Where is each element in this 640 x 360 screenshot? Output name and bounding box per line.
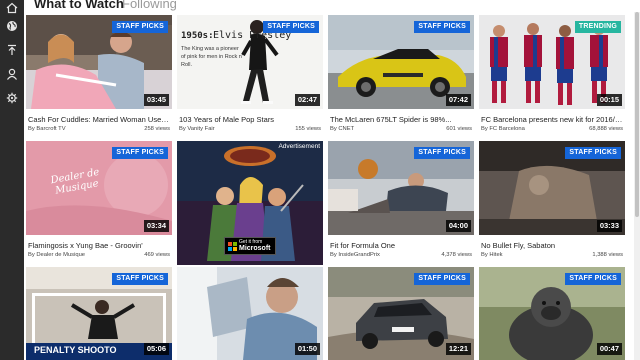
video-title[interactable]: Cash For Cuddles: Married Woman Uses... — [28, 115, 170, 124]
scrollbar-thumb[interactable] — [635, 12, 639, 217]
view-count: 155 views — [295, 126, 321, 132]
store-badge-big-text: Microsoft — [239, 245, 271, 252]
video-thumbnail[interactable]: TRENDING 00:15 — [479, 15, 625, 109]
duration-label: 03:34 — [143, 220, 169, 232]
video-title[interactable]: Flamingosis x Yung Bae - Groovin' — [28, 241, 170, 250]
person-icon[interactable] — [4, 66, 20, 82]
duration-label: 01:50 — [294, 343, 320, 355]
video-card[interactable]: 1950s: Elvis Presley The King was a pion… — [177, 15, 323, 139]
staff-picks-badge: STAFF PICKS — [565, 147, 621, 159]
video-card[interactable]: STAFF PICKS 03:33 No Bullet Fly, Sabaton… — [479, 141, 625, 265]
thumb-banner-text: PENALTY SHOOTO — [34, 345, 117, 355]
microsoft-store-badge[interactable]: Get it from Microsoft — [224, 237, 276, 255]
video-thumbnail[interactable]: Dealer de Musique STAFF PICKS 03:34 — [26, 141, 172, 235]
view-count: 469 views — [144, 252, 170, 258]
tab-following[interactable]: Following — [122, 0, 177, 12]
channel-name[interactable]: By Dealer de Musique — [28, 252, 85, 258]
duration-label: 02:47 — [294, 94, 320, 106]
duration-label: 04:00 — [445, 220, 471, 232]
staff-picks-badge: STAFF PICKS — [565, 273, 621, 285]
video-thumbnail[interactable]: STAFF PICKS 00:47 — [479, 267, 625, 360]
channel-name[interactable]: By CNET — [330, 126, 354, 132]
video-card[interactable]: PENALTY SHOOTO STAFF PICKS 05:06 — [26, 267, 172, 360]
video-thumbnail[interactable]: 1950s: Elvis Presley The King was a pion… — [177, 15, 323, 109]
video-card[interactable]: STAFF PICKS 03:45 Cash For Cuddles: Marr… — [26, 15, 172, 139]
channel-name[interactable]: By Barcroft TV — [28, 126, 66, 132]
duration-label: 03:33 — [596, 220, 622, 232]
duration-label: 12:21 — [445, 343, 471, 355]
video-card[interactable]: STAFF PICKS 07:42 The McLaren 675LT Spid… — [328, 15, 474, 139]
video-grid: STAFF PICKS 03:45 Cash For Cuddles: Marr… — [24, 12, 634, 360]
video-card[interactable]: STAFF PICKS 12:21 — [328, 267, 474, 360]
staff-picks-badge: STAFF PICKS — [414, 147, 470, 159]
view-count: 68,888 views — [589, 126, 623, 132]
channel-name[interactable]: By Hitek — [481, 252, 503, 258]
view-count: 4,378 views — [441, 252, 472, 258]
microsoft-logo-icon — [228, 242, 237, 251]
staff-picks-badge: STAFF PICKS — [414, 273, 470, 285]
trending-badge: TRENDING — [574, 21, 621, 33]
video-card[interactable]: 01:50 — [177, 267, 323, 360]
era-heading: 1950s: — [181, 31, 214, 41]
view-count: 601 views — [446, 126, 472, 132]
view-count: 258 views — [144, 126, 170, 132]
home-icon[interactable] — [4, 0, 20, 16]
gear-icon[interactable] — [4, 90, 20, 106]
duration-label: 03:45 — [143, 94, 169, 106]
video-title[interactable]: The McLaren 675LT Spider is 98%... — [330, 115, 472, 124]
video-thumbnail[interactable]: 01:50 — [177, 267, 323, 360]
staff-picks-badge: STAFF PICKS — [263, 21, 319, 33]
channel-name[interactable]: By FC Barcelona — [481, 126, 525, 132]
staff-picks-badge: STAFF PICKS — [112, 147, 168, 159]
nav-sidebar — [0, 0, 24, 360]
staff-picks-badge: STAFF PICKS — [112, 273, 168, 285]
video-card[interactable]: TRENDING 00:15 FC Barcelona presents new… — [479, 15, 625, 139]
video-title[interactable]: No Bullet Fly, Sabaton — [481, 241, 623, 250]
tab-bar: What to Watch Following — [24, 0, 640, 12]
view-count: 1,388 views — [592, 252, 623, 258]
ad-card[interactable]: Advertisement Get it from Microsoft — [177, 141, 323, 265]
globe-icon[interactable] — [4, 18, 20, 34]
channel-name[interactable]: By InsideGrandPrix — [330, 252, 380, 258]
tab-what-to-watch[interactable]: What to Watch — [34, 0, 124, 12]
duration-label: 07:42 — [445, 94, 471, 106]
video-thumbnail[interactable]: STAFF PICKS 03:45 — [26, 15, 172, 109]
video-title[interactable]: FC Barcelona presents new kit for 2016/1… — [481, 115, 623, 124]
advertisement-label: Advertisement — [278, 143, 320, 150]
upload-icon[interactable] — [4, 42, 20, 58]
duration-label: 05:06 — [143, 343, 169, 355]
video-card[interactable]: Dealer de Musique STAFF PICKS 03:34 Flam… — [26, 141, 172, 265]
ad-banner[interactable]: Advertisement Get it from Microsoft — [177, 141, 323, 265]
video-thumbnail[interactable]: STAFF PICKS 12:21 — [328, 267, 474, 360]
video-thumbnail[interactable]: STAFF PICKS 04:00 — [328, 141, 474, 235]
video-thumbnail[interactable]: STAFF PICKS 03:33 — [479, 141, 625, 235]
video-title[interactable]: Fit for Formula One — [330, 241, 472, 250]
duration-label: 00:47 — [596, 343, 622, 355]
video-thumbnail[interactable]: PENALTY SHOOTO STAFF PICKS 05:06 — [26, 267, 172, 360]
staff-picks-badge: STAFF PICKS — [112, 21, 168, 33]
staff-picks-badge: STAFF PICKS — [414, 21, 470, 33]
video-card[interactable]: STAFF PICKS 00:47 — [479, 267, 625, 360]
video-card[interactable]: STAFF PICKS 04:00 Fit for Formula One By… — [328, 141, 474, 265]
vertical-scrollbar[interactable] — [634, 12, 640, 360]
channel-name[interactable]: By Vanity Fair — [179, 126, 215, 132]
duration-label: 00:15 — [596, 94, 622, 106]
video-thumbnail[interactable]: STAFF PICKS 07:42 — [328, 15, 474, 109]
thumb-caption: The King was a pioneer of pink for men i… — [181, 46, 243, 68]
video-title[interactable]: 103 Years of Male Pop Stars — [179, 115, 321, 124]
